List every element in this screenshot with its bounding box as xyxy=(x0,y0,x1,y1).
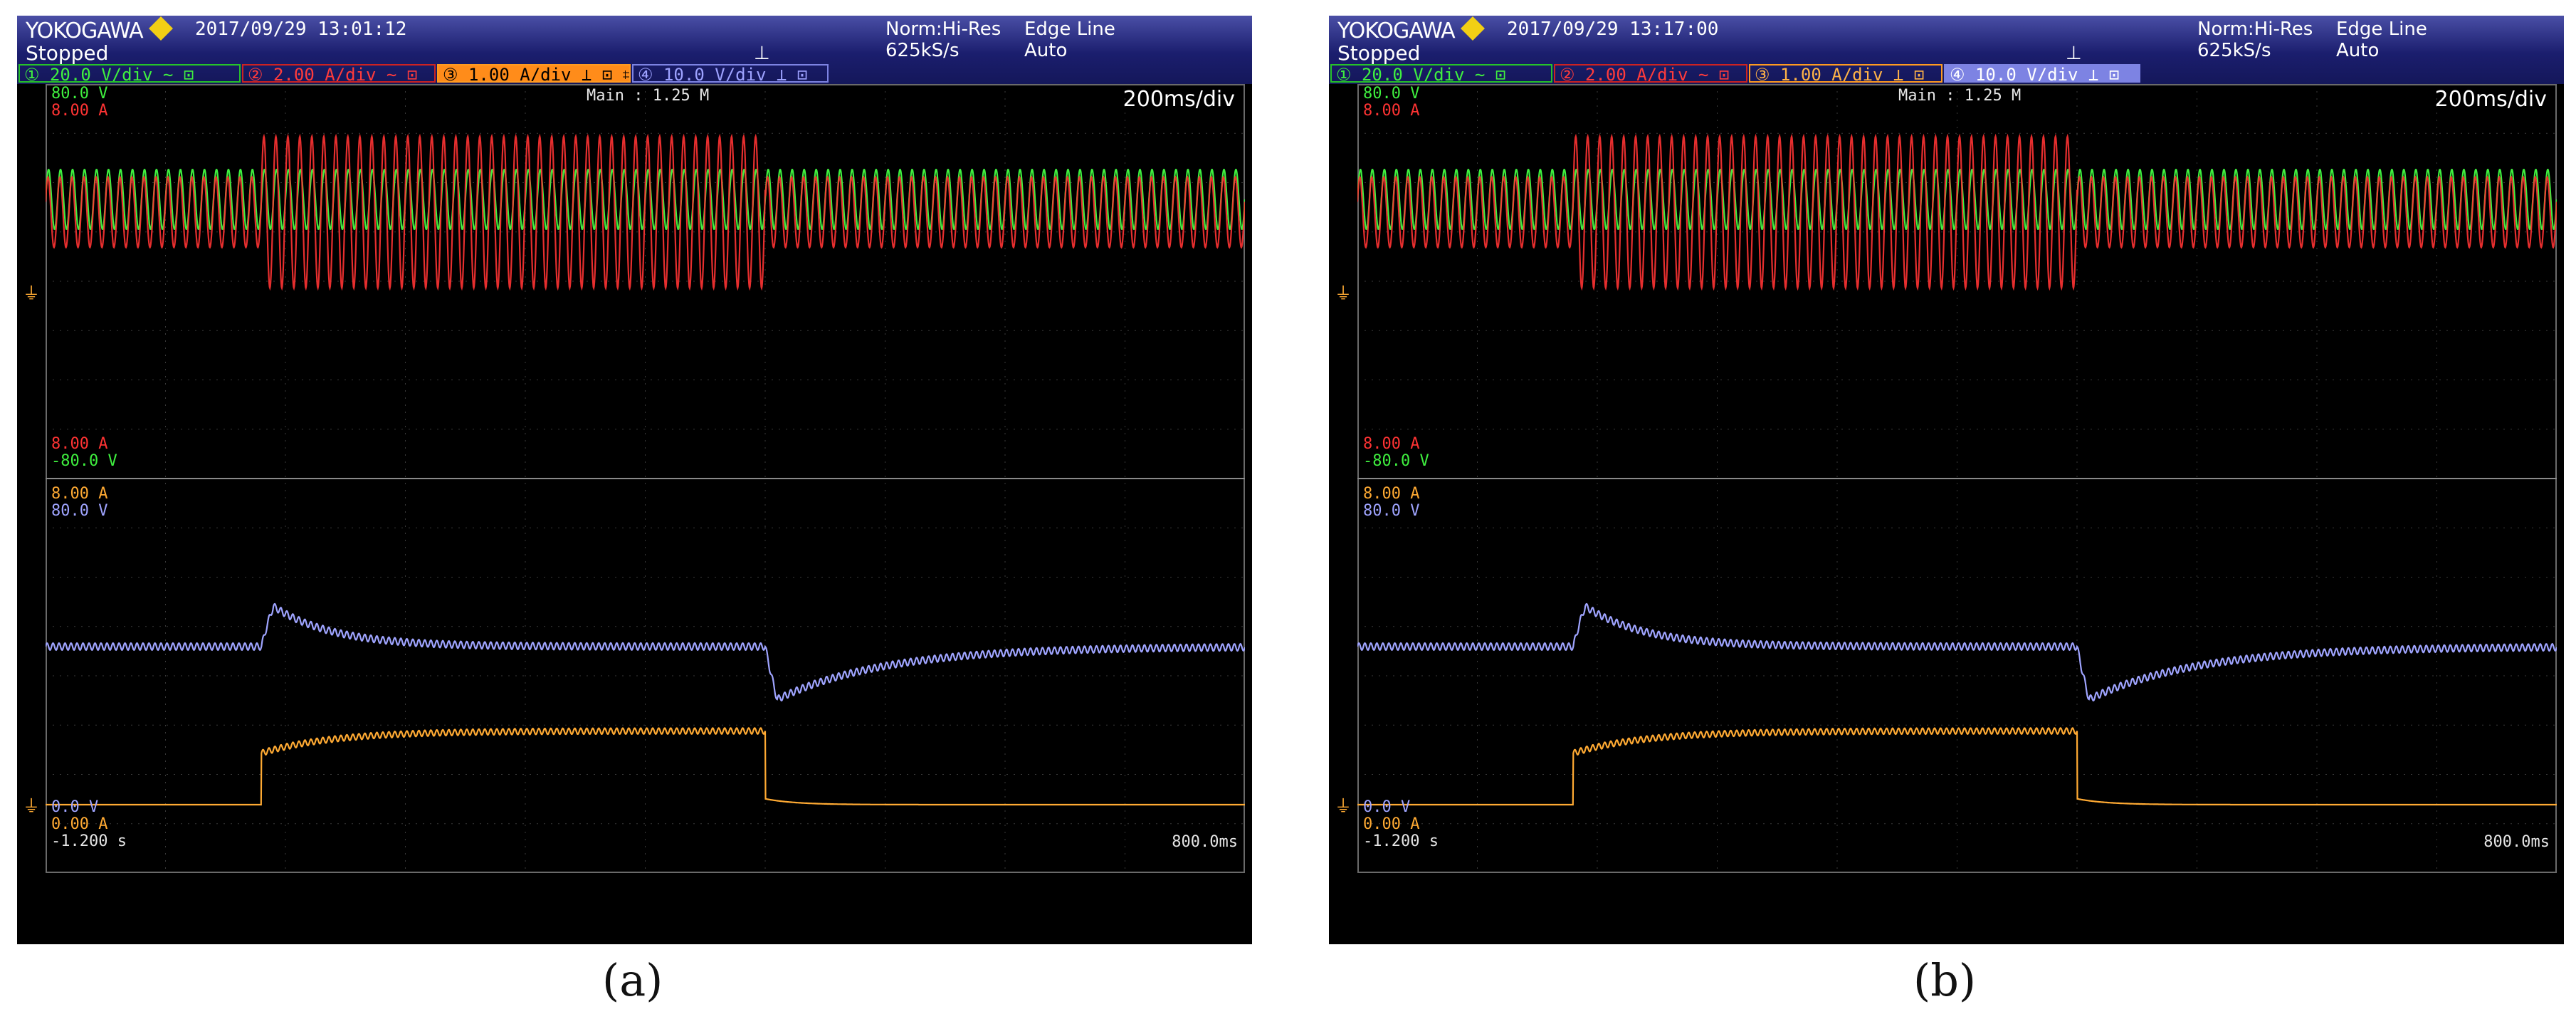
upper-ch1-min: -80.0 V xyxy=(51,452,117,470)
upper-ch2-min: 8.00 A xyxy=(51,435,108,453)
lower-ch3-max: 8.00 A xyxy=(1363,485,1420,503)
channel-4-setting[interactable]: ④ 10.0 V/div ⊥ ⊡ xyxy=(632,64,829,83)
waveform-plot xyxy=(1357,84,2557,873)
acq-mode: Norm:Hi-Res xyxy=(2197,19,2313,40)
scope-header: YOKOGAWA Stopped 2017/09/29 13:01:12 ⊥ N… xyxy=(17,16,1252,84)
trigger-info: Edge Line Auto xyxy=(2336,19,2427,61)
ground-marker-icon: ⏚ xyxy=(23,283,40,303)
time-end: 800.0ms xyxy=(2483,833,2550,851)
ch2-current-trace xyxy=(1357,133,2557,291)
channel-1-setting[interactable]: ① 20.0 V/div ∼ ⊡ xyxy=(1330,64,1552,83)
trigger-level-icon: ⊥ xyxy=(2066,43,2082,64)
ch2-current-trace xyxy=(46,133,1245,291)
trigger-type: Edge Line xyxy=(2336,19,2427,40)
ground-marker-icon: ⏚ xyxy=(1335,283,1352,303)
time-start: -1.200 s xyxy=(1363,832,1439,850)
trigger-mode: Auto xyxy=(2336,40,2380,61)
time-end: 800.0ms xyxy=(1172,833,1238,851)
channel-3-setting[interactable]: ③ 1.00 A/div ⊥ ⊡ xyxy=(1749,64,1942,83)
trigger-info: Edge Line Auto xyxy=(1024,19,1115,61)
acquisition-info: Norm:Hi-Res 625kS/s xyxy=(2197,19,2313,61)
caption-b: (b) xyxy=(1913,954,1977,1006)
brand-diamond-icon xyxy=(149,16,173,41)
upper-ch2-min: 8.00 A xyxy=(1363,435,1420,453)
lower-ch4-min: 0.0 V xyxy=(51,798,99,816)
trigger-level-icon: ⊥ xyxy=(754,43,770,64)
lower-ch3-min: 0.00 A xyxy=(1363,815,1420,833)
caption-a: (a) xyxy=(602,954,663,1006)
run-status: Stopped xyxy=(1337,41,1421,65)
record-length: Main : 1.25 M xyxy=(1898,87,2022,105)
trigger-type: Edge Line xyxy=(1024,19,1115,40)
sample-rate: 625kS/s xyxy=(2197,40,2271,61)
timebase: 200ms/div xyxy=(1123,87,1235,112)
acquisition-info: Norm:Hi-Res 625kS/s xyxy=(885,19,1001,61)
channel-2-setting[interactable]: ② 2.00 A/div ∼ ⊡ xyxy=(1554,64,1747,83)
channel-1-setting[interactable]: ① 20.0 V/div ∼ ⊡ xyxy=(19,64,241,83)
lower-ch3-max: 8.00 A xyxy=(51,485,108,503)
datetime: 2017/09/29 13:17:00 xyxy=(1507,19,1719,40)
upper-ch2-max: 8.00 A xyxy=(51,102,108,120)
channel-bar: ① 20.0 V/div ∼ ⊡ ② 2.00 A/div ∼ ⊡ ③ 1.00… xyxy=(1329,63,2564,84)
upper-ch1-max: 80.0 V xyxy=(51,85,108,103)
channel-3-setting[interactable]: ③ 1.00 A/div ⊥ ⊡ ⌗ xyxy=(437,64,631,83)
waveform-display: Main : 1.25 M 200ms/div 80.0 V 8.00 A 8.… xyxy=(46,84,1245,873)
brand-logo: YOKOGAWA xyxy=(1337,19,1456,43)
acq-mode: Norm:Hi-Res xyxy=(885,19,1002,40)
upper-ch2-max: 8.00 A xyxy=(1363,102,1420,120)
record-length: Main : 1.25 M xyxy=(587,87,710,105)
datetime: 2017/09/29 13:01:12 xyxy=(195,19,407,40)
scope-header: YOKOGAWA Stopped 2017/09/29 13:17:00 ⊥ N… xyxy=(1329,16,2564,84)
ground-marker-icon: ⏚ xyxy=(1335,796,1352,816)
scope-screen-b: YOKOGAWA Stopped 2017/09/29 13:17:00 ⊥ N… xyxy=(1329,16,2564,944)
waveform-plot xyxy=(46,84,1245,873)
run-status: Stopped xyxy=(26,41,109,65)
channel-bar: ① 20.0 V/div ∼ ⊡ ② 2.00 A/div ∼ ⊡ ③ 1.00… xyxy=(17,63,1252,84)
brand-logo: YOKOGAWA xyxy=(26,19,144,43)
sample-rate: 625kS/s xyxy=(885,40,960,61)
lower-ch4-max: 80.0 V xyxy=(51,502,108,520)
scope-screen-a: YOKOGAWA Stopped 2017/09/29 13:01:12 ⊥ N… xyxy=(17,16,1252,944)
time-start: -1.200 s xyxy=(51,832,127,850)
lower-ch4-max: 80.0 V xyxy=(1363,502,1420,520)
brand-diamond-icon xyxy=(1461,16,1485,41)
channel-4-setting[interactable]: ④ 10.0 V/div ⊥ ⊡ xyxy=(1944,64,2140,83)
channel-2-setting[interactable]: ② 2.00 A/div ∼ ⊡ xyxy=(242,64,436,83)
upper-ch1-min: -80.0 V xyxy=(1363,452,1429,470)
timebase: 200ms/div xyxy=(2434,87,2547,112)
waveform-display: Main : 1.25 M 200ms/div 80.0 V 8.00 A 8.… xyxy=(1357,84,2557,873)
trigger-mode: Auto xyxy=(1024,40,1068,61)
upper-ch1-max: 80.0 V xyxy=(1363,85,1420,103)
lower-ch3-min: 0.00 A xyxy=(51,815,108,833)
lower-ch4-min: 0.0 V xyxy=(1363,798,1411,816)
ground-marker-icon: ⏚ xyxy=(23,796,40,816)
